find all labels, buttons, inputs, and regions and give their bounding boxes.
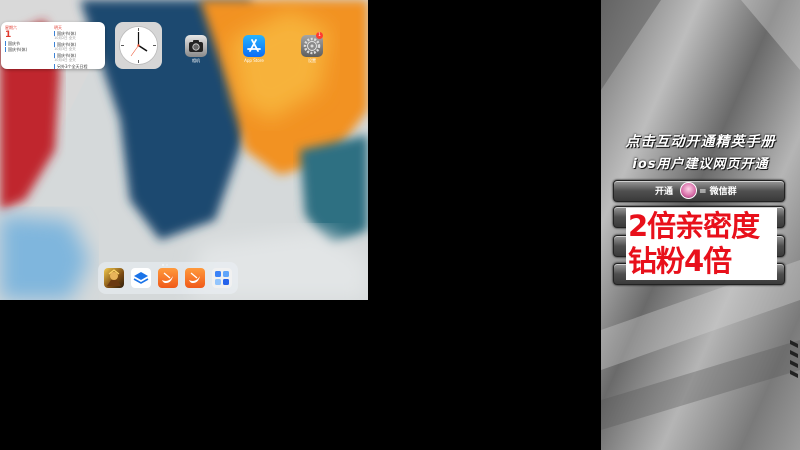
wechat-group-label: = 微信群 — [699, 187, 737, 197]
calendar-right-header: 明天 — [54, 25, 62, 30]
dock — [98, 262, 238, 294]
promo-subheadline: ios用户建议网页开通 — [632, 157, 769, 172]
promo-headline: 点击互动开通精英手册 — [625, 134, 776, 150]
calendar-event-time: 10月4日 全天 — [54, 58, 76, 62]
game-character-icon — [107, 269, 121, 286]
app-library-icon — [215, 271, 229, 285]
calendar-day-number: 1 — [5, 30, 12, 40]
app-library[interactable] — [212, 268, 232, 288]
camera-icon — [189, 40, 203, 52]
swift-app-1[interactable] — [158, 268, 178, 288]
camera-app[interactable] — [185, 35, 207, 57]
calendar-event-time: 10月2日 全天 — [54, 36, 76, 40]
stack-layers-icon — [133, 272, 149, 284]
app-store-app[interactable] — [243, 35, 265, 57]
calendar-event: 国庆节 — [5, 41, 51, 46]
fan-badge-icon — [680, 182, 697, 199]
open-label: 开通 — [655, 187, 674, 197]
swift-app-2[interactable] — [185, 268, 205, 288]
benefit-callout: 2倍亲密度 钻粉4倍 — [626, 208, 777, 280]
game-app[interactable] — [104, 268, 124, 288]
swift-bird-icon — [189, 272, 200, 283]
promo-panel: 点击互动开通精英手册 ios用户建议网页开通 开通 = 微信群 2倍亲密度 钻粉… — [601, 0, 800, 450]
ipad-home-screen: 星期六 1 国庆节 国庆节(休) 明天 国庆节(休) 10月2日 全天 国庆节(… — [0, 0, 368, 300]
clock-icon — [119, 26, 158, 65]
settings-badge: 1 — [316, 32, 323, 39]
app-store-icon — [247, 39, 261, 52]
status-bar — [0, 2, 368, 10]
benefit-intimacy: 2倍亲密度 — [628, 209, 760, 243]
swift-bird-icon — [162, 272, 173, 283]
clock-widget[interactable] — [115, 22, 162, 69]
app-store-label: App Store — [244, 58, 264, 63]
camera-label: 相机 — [192, 58, 200, 63]
stack-app[interactable] — [131, 268, 151, 288]
calendar-more-events: 另外3个全天日程 — [54, 64, 102, 69]
settings-label: 设置 — [308, 58, 316, 63]
calendar-event: 国庆节(休) — [5, 47, 51, 52]
calendar-event-time: 10月3日 全天 — [54, 47, 76, 51]
benefit-diamond-fans: 钻粉4倍 — [628, 244, 732, 278]
chevron-stripes-icon — [790, 340, 798, 378]
calendar-widget[interactable]: 星期六 1 国庆节 国庆节(休) 明天 国庆节(休) 10月2日 全天 国庆节(… — [1, 22, 105, 69]
